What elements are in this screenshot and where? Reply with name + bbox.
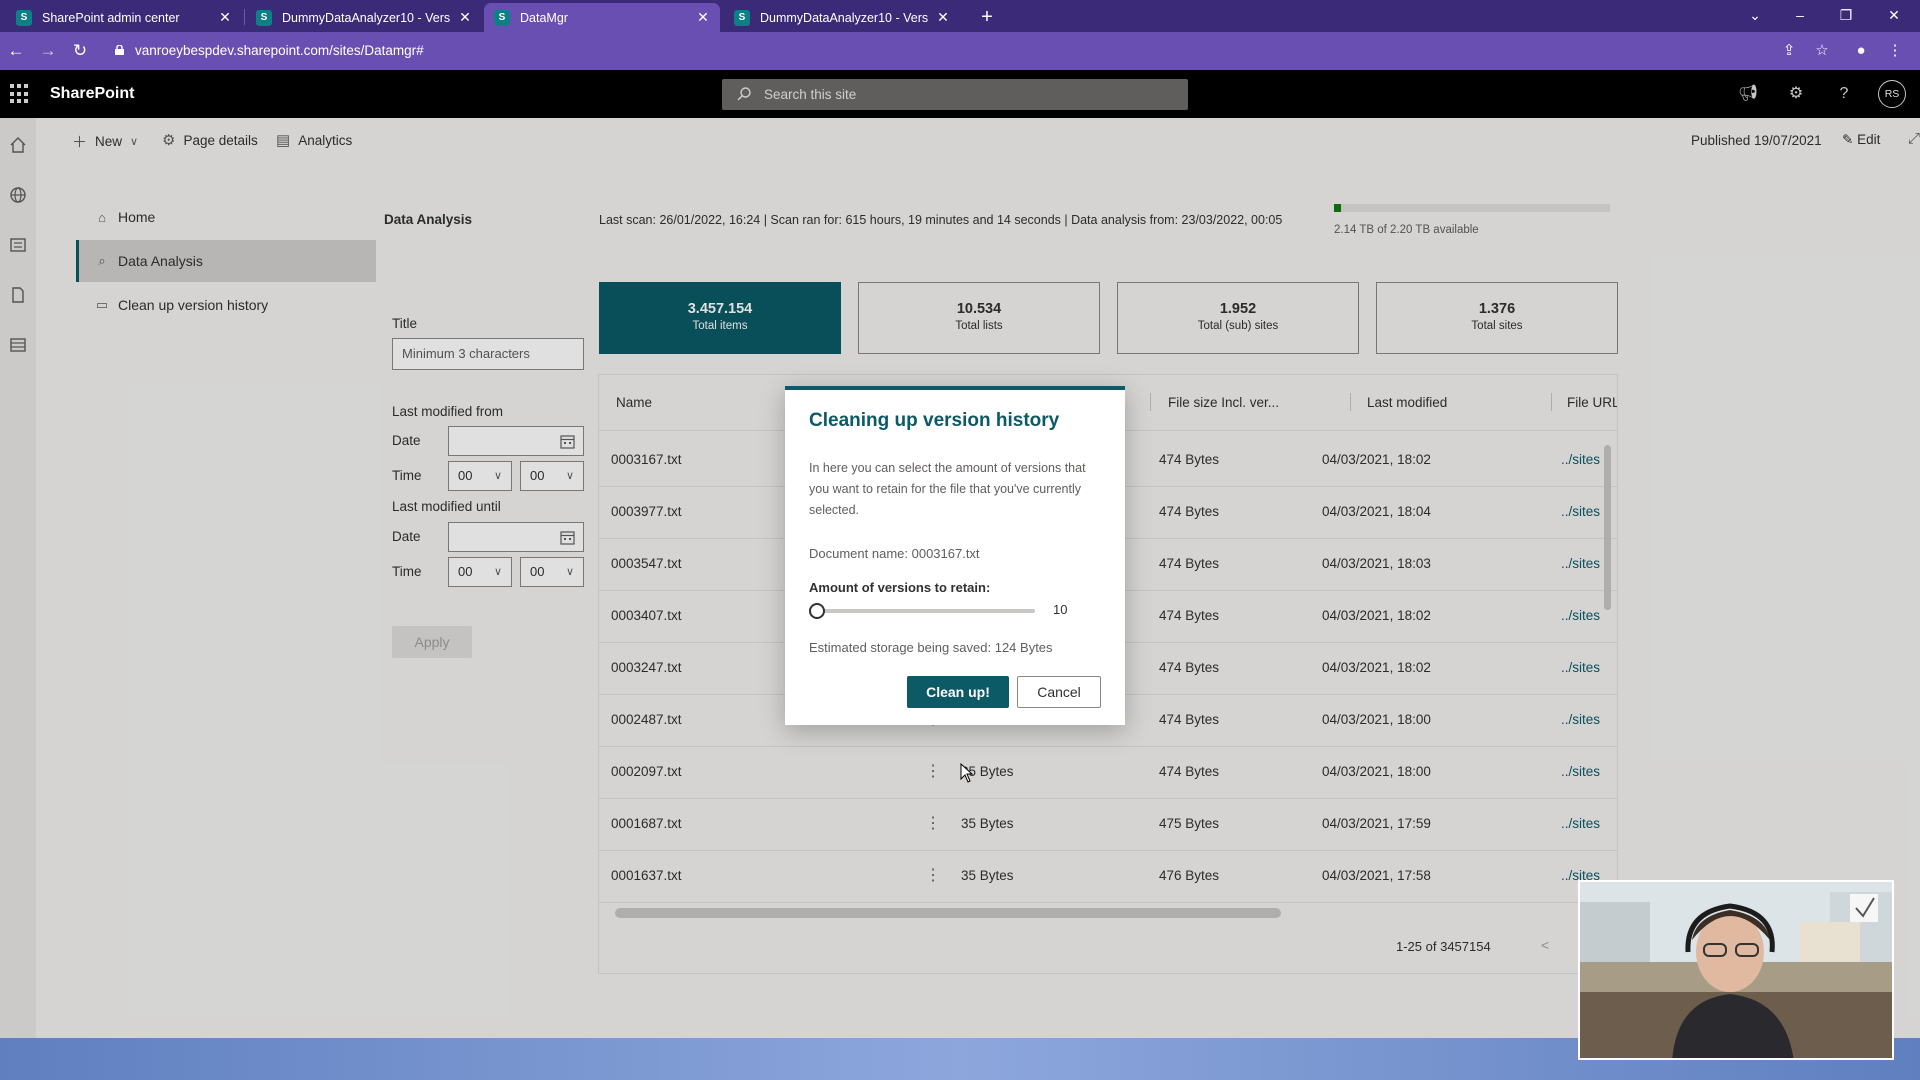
sharepoint-favicon-icon: S — [16, 9, 32, 26]
share-icon[interactable]: ⇪ — [1778, 40, 1800, 62]
browser-tab-active[interactable]: S DataMgr ✕ — [484, 3, 720, 32]
browser-tab-bar: S SharePoint admin center ✕ S DummyDataA… — [0, 0, 1920, 32]
estimated-savings: Estimated storage being saved: 124 Bytes — [809, 640, 1053, 655]
tab-title: DataMgr — [520, 10, 568, 25]
url-field[interactable]: vanroeybespdev.sharepoint.com/sites/Data… — [105, 37, 1760, 65]
search-icon — [737, 87, 751, 101]
reload-icon[interactable]: ↻ — [68, 39, 92, 63]
forward-arrow-icon[interactable]: → — [36, 39, 60, 63]
tab-title: DummyDataAnalyzer10 - Version — [282, 10, 450, 25]
back-arrow-icon[interactable]: ← — [4, 39, 28, 63]
profile-icon[interactable]: ● — [1850, 40, 1872, 62]
url-text: vanroeybespdev.sharepoint.com/sites/Data… — [135, 43, 424, 58]
slider-value: 10 — [1053, 602, 1068, 617]
megaphone-icon[interactable]: 📢︎ — [1736, 82, 1760, 106]
versions-to-retain-label: Amount of versions to retain: — [809, 580, 991, 595]
close-icon[interactable]: ✕ — [218, 9, 232, 26]
window-close-icon[interactable]: ✕ — [1874, 0, 1914, 32]
star-icon[interactable]: ☆ — [1811, 40, 1833, 62]
restore-icon[interactable]: ❐ — [1826, 0, 1866, 32]
brand-title[interactable]: SharePoint — [50, 70, 134, 118]
menu-dots-icon[interactable]: ⋮ — [1884, 40, 1906, 62]
lock-icon — [115, 45, 124, 55]
address-bar: ← → ↻ vanroeybespdev.sharepoint.com/site… — [0, 32, 1920, 70]
webcam-video-overlay — [1578, 880, 1894, 1060]
presenter-video-image — [1580, 882, 1892, 1058]
browser-tab[interactable]: S DummyDataAnalyzer10 - Version ✕ — [724, 3, 960, 32]
close-icon[interactable]: ✕ — [696, 9, 710, 26]
browser-tab[interactable]: S DummyDataAnalyzer10 - Version ✕ — [246, 3, 482, 32]
sharepoint-favicon-icon: S — [494, 9, 510, 26]
slider-thumb[interactable] — [809, 603, 825, 619]
dialog-title: Cleaning up version history — [809, 410, 1060, 431]
browser-tab[interactable]: S SharePoint admin center ✕ — [6, 3, 242, 32]
cleanup-dialog: Cleaning up version history In here you … — [785, 386, 1125, 725]
gear-icon[interactable]: ⚙ — [1784, 82, 1808, 106]
tab-title: DummyDataAnalyzer10 - Version — [760, 10, 928, 25]
search-placeholder: Search this site — [764, 87, 857, 102]
app-launcher-icon[interactable] — [10, 84, 30, 104]
close-icon[interactable]: ✕ — [936, 9, 950, 26]
tab-divider — [244, 9, 245, 25]
dialog-description: In here you can select the amount of ver… — [809, 461, 1086, 517]
tab-search-icon[interactable]: ⌄ — [1735, 0, 1775, 32]
close-icon[interactable]: ✕ — [458, 9, 472, 26]
help-icon[interactable]: ? — [1832, 82, 1856, 106]
clean-up-button[interactable]: Clean up! — [907, 676, 1009, 708]
search-input[interactable]: Search this site — [722, 79, 1188, 110]
avatar[interactable]: RS — [1878, 80, 1906, 108]
sharepoint-favicon-icon: S — [256, 9, 272, 26]
tab-title: SharePoint admin center — [42, 10, 180, 25]
new-tab-button[interactable]: + — [974, 4, 1000, 30]
cancel-button[interactable]: Cancel — [1017, 676, 1101, 708]
document-name: Document name: 0003167.txt — [809, 546, 980, 561]
mouse-cursor-icon — [960, 763, 974, 783]
sharepoint-favicon-icon: S — [734, 9, 750, 26]
minimize-icon[interactable]: – — [1780, 0, 1820, 32]
suite-bar: SharePoint Search this site 📢︎ ⚙ ? RS — [0, 70, 1920, 118]
versions-slider[interactable] — [809, 603, 1035, 619]
